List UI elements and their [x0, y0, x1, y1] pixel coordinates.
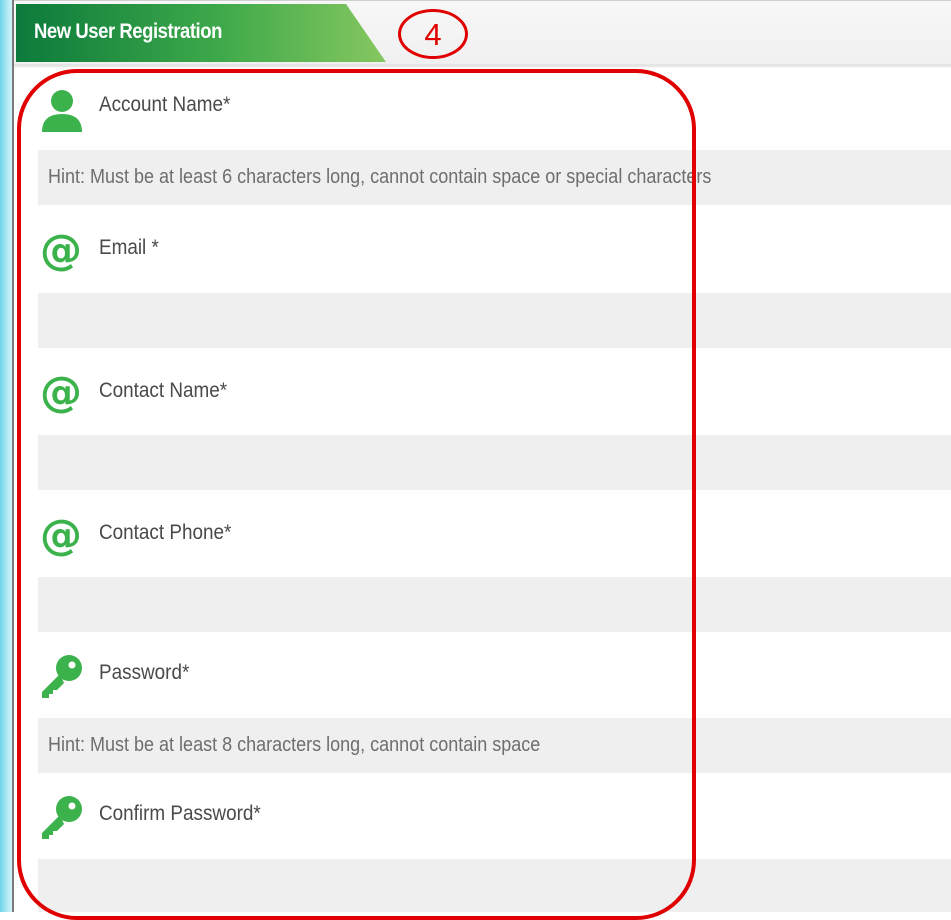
email-label: Email *	[99, 236, 159, 259]
confirm-password-input[interactable]	[38, 859, 951, 912]
page-title: New User Registration	[34, 20, 222, 43]
contact-name-label: Contact Name*	[99, 379, 228, 402]
password-input[interactable]: Hint: Must be at least 8 characters long…	[38, 718, 951, 773]
step-number-annotation: 4	[398, 9, 468, 59]
at-sign-icon: @	[40, 225, 82, 274]
contact-phone-label: Contact Phone*	[99, 521, 232, 544]
account-name-label-row: Account Name*	[38, 66, 951, 148]
account-name-input[interactable]: Hint: Must be at least 6 characters long…	[38, 150, 951, 205]
at-sign-icon: @	[40, 367, 82, 416]
window-frame-edge	[0, 0, 14, 912]
user-icon	[42, 90, 82, 132]
account-name-label: Account Name*	[99, 93, 231, 116]
key-icon	[42, 655, 82, 698]
confirm-password-label: Confirm Password*	[99, 802, 261, 825]
password-hint: Hint: Must be at least 8 characters long…	[48, 734, 541, 756]
key-icon	[42, 796, 82, 839]
contact-name-input[interactable]	[38, 435, 951, 490]
password-label: Password*	[99, 661, 190, 684]
at-sign-icon: @	[40, 510, 82, 559]
confirm-password-label-row: Confirm Password*	[38, 773, 951, 855]
email-input[interactable]	[38, 293, 951, 348]
email-label-row: @ Email *	[38, 205, 951, 287]
password-label-row: Password*	[38, 632, 951, 714]
contact-name-label-row: @ Contact Name*	[38, 348, 951, 430]
contact-phone-label-row: @ Contact Phone*	[38, 490, 951, 572]
account-name-hint: Hint: Must be at least 6 characters long…	[48, 166, 712, 188]
contact-phone-input[interactable]	[38, 577, 951, 632]
step-number: 4	[424, 16, 442, 52]
